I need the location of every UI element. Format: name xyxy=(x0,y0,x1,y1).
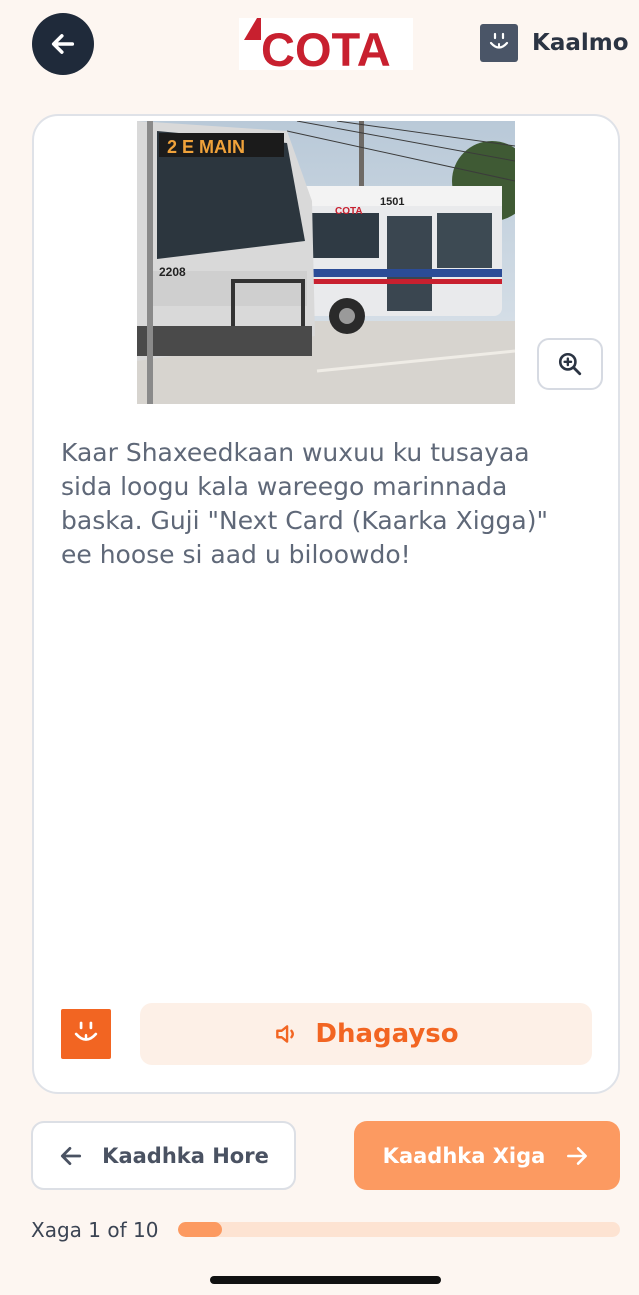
bus-number-back: 1501 xyxy=(380,196,404,208)
progress-bar xyxy=(178,1222,620,1237)
next-card-label: Kaadhka Xiga xyxy=(382,1143,546,1168)
screen: COTA Kaalmo 1501 COTA 2 E MAIN 2208 Kaar… xyxy=(0,0,639,1295)
cota-logo: COTA xyxy=(239,18,413,76)
previous-card-button[interactable]: Kaadhka Hore xyxy=(31,1121,296,1190)
bus-photo: 1501 COTA 2 E MAIN 2208 xyxy=(137,121,515,404)
owl-face-icon xyxy=(61,1009,111,1059)
card-text: Kaar Shaxeedkaan wuxuu ku tusayaa sida l… xyxy=(61,438,548,569)
help-button[interactable]: Kaalmo xyxy=(480,24,629,62)
owl-face-icon xyxy=(480,24,518,62)
help-label: Kaalmo xyxy=(532,30,629,56)
zoom-in-icon xyxy=(558,352,582,376)
progress-fill xyxy=(178,1222,223,1237)
next-card-button[interactable]: Kaadhka Xiga xyxy=(354,1121,620,1190)
previous-card-label: Kaadhka Hore xyxy=(102,1143,269,1168)
arrow-left-icon xyxy=(61,1146,82,1165)
logo-text: COTA xyxy=(261,23,391,70)
listen-button[interactable]: Dhagayso xyxy=(140,1003,592,1065)
arrow-right-icon xyxy=(567,1146,588,1165)
home-indicator[interactable] xyxy=(210,1276,441,1284)
zoom-button[interactable] xyxy=(537,338,603,390)
listen-label: Dhagayso xyxy=(315,1019,459,1049)
bus-number-front: 2208 xyxy=(159,265,186,279)
flash-card: 1501 COTA 2 E MAIN 2208 Kaar Shaxeedkaan… xyxy=(32,114,620,1094)
back-button[interactable] xyxy=(32,13,94,75)
bus-route-sign: 2 E MAIN xyxy=(167,137,245,157)
bus-logo-back: COTA xyxy=(335,206,363,217)
speaker-icon xyxy=(276,1025,295,1043)
arrow-left-icon xyxy=(51,34,75,54)
progress-label: Xaga 1 of 10 xyxy=(31,1218,159,1242)
